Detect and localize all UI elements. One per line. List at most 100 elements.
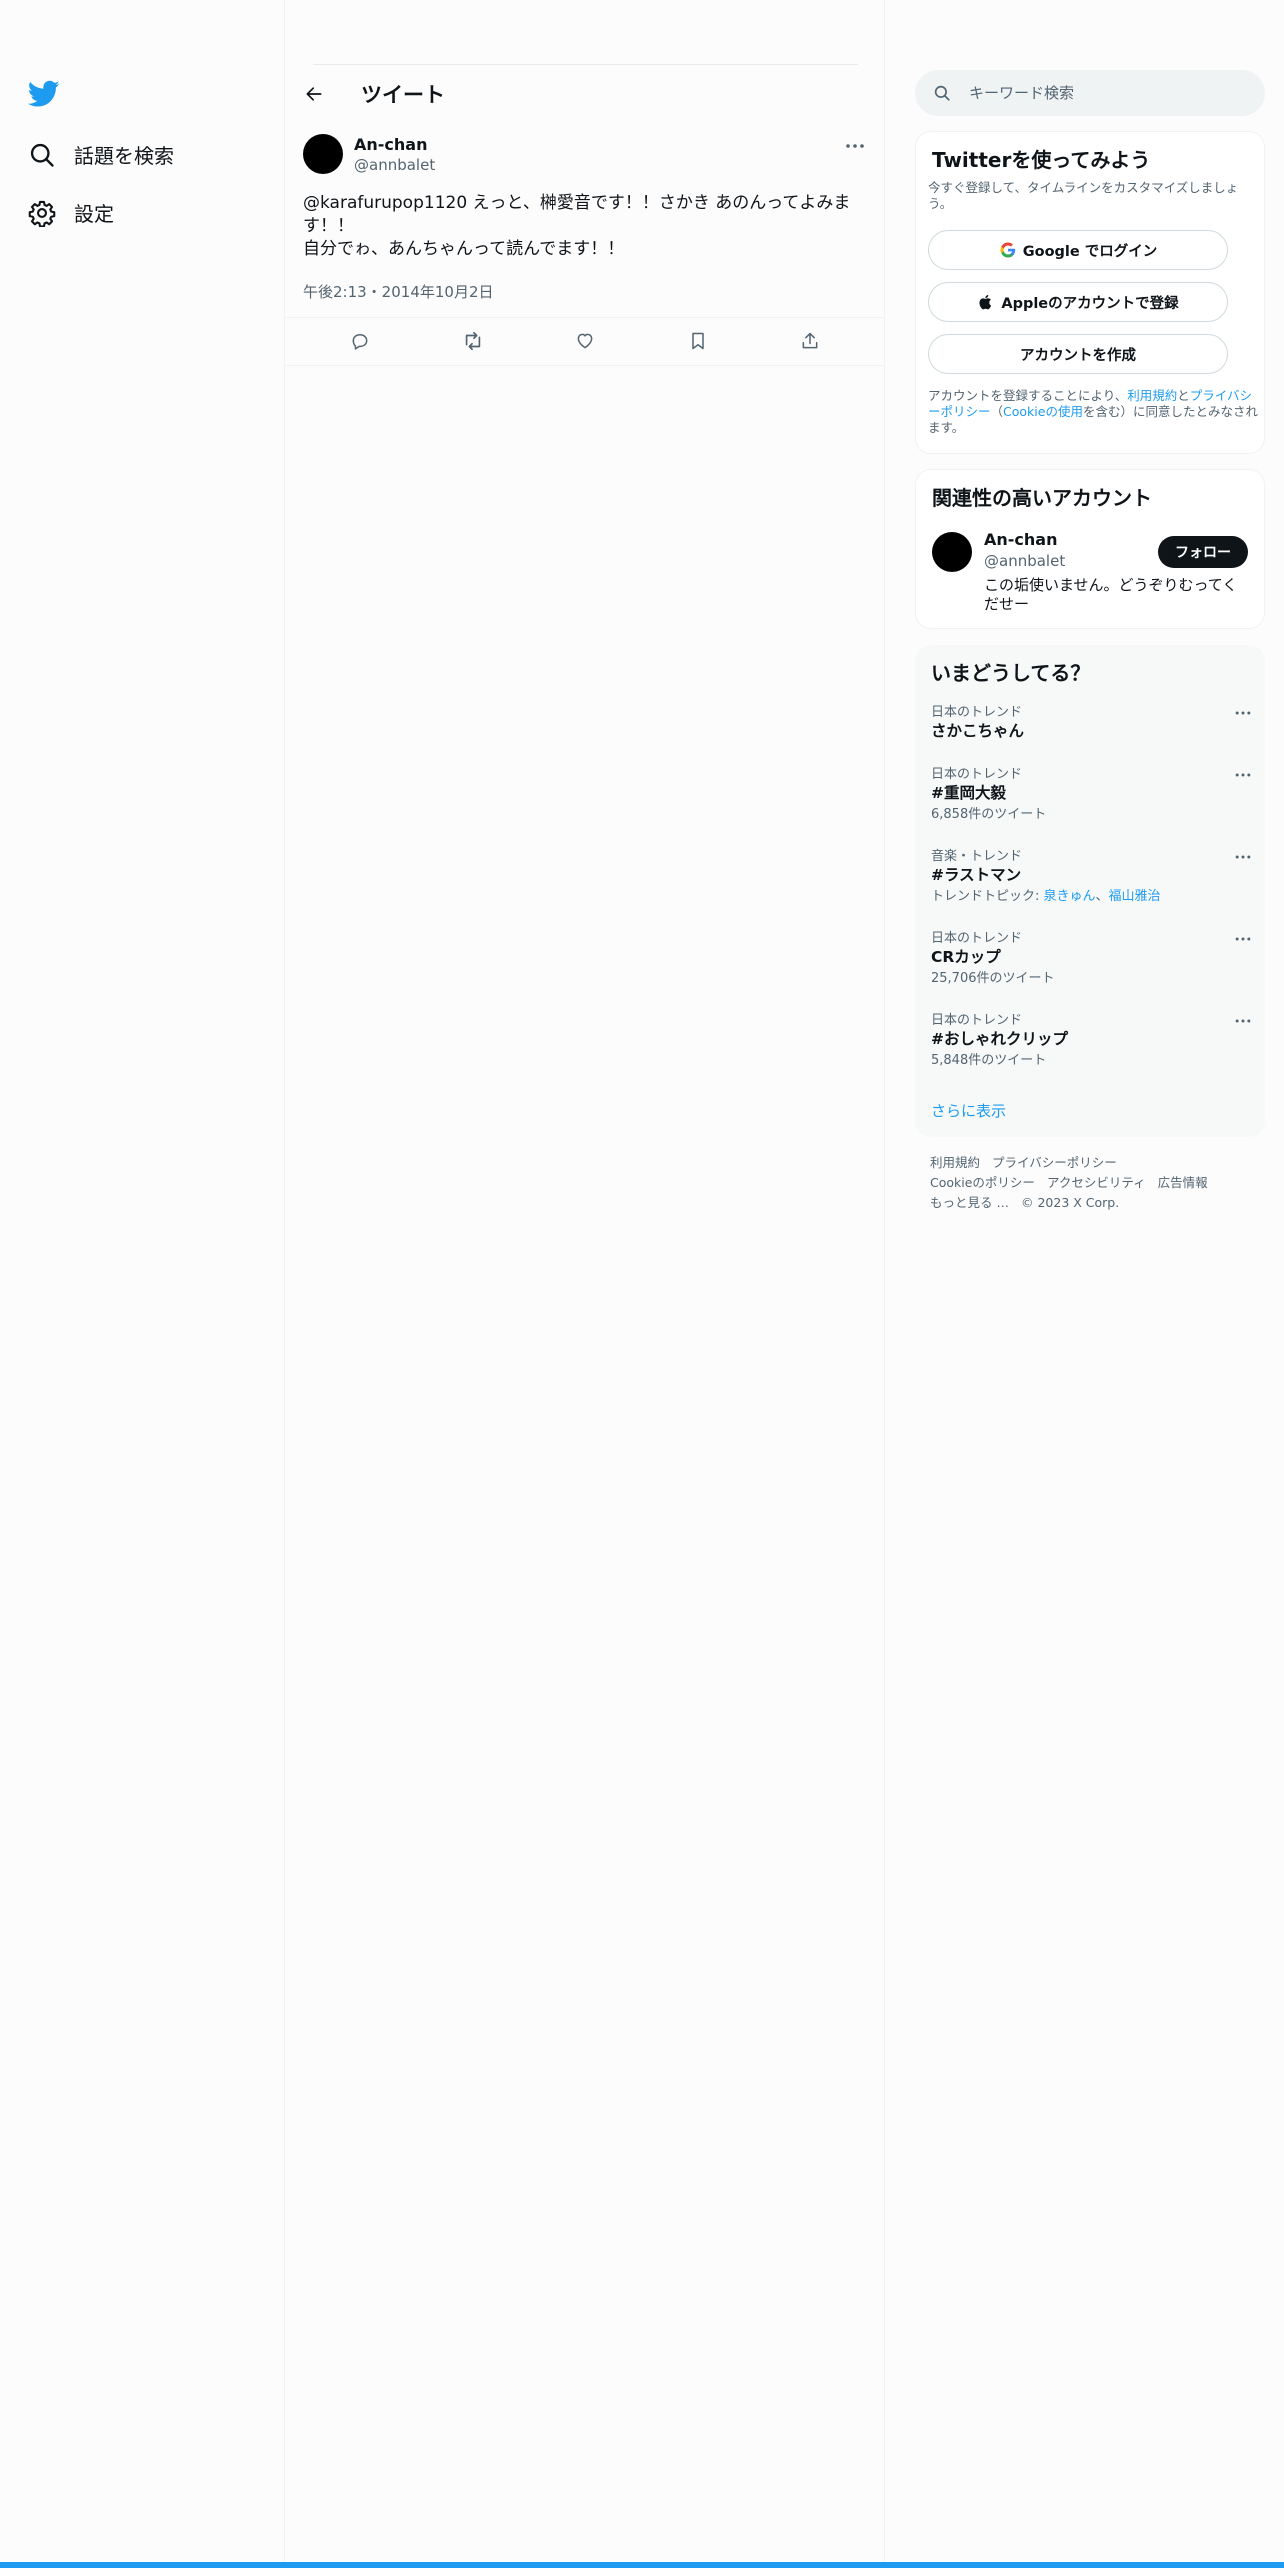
author-handle[interactable]: @annbalet bbox=[354, 156, 435, 174]
related-title: 関連性の高いアカウント bbox=[932, 486, 1152, 510]
trend-topic-sep: 、 bbox=[1095, 889, 1109, 904]
avatar[interactable] bbox=[932, 532, 972, 572]
retweet-button[interactable] bbox=[456, 324, 490, 358]
heart-icon bbox=[577, 333, 593, 349]
signup-card: Twitterを使ってみよう 今すぐ登録して、タイムラインをカスタマイズしましょ… bbox=[915, 131, 1265, 454]
trend-name: CRカップ bbox=[931, 948, 1001, 966]
google-signin-label: Google でログイン bbox=[1022, 243, 1158, 260]
more-options-icon[interactable] bbox=[843, 138, 867, 154]
terms-link[interactable]: 利用規約 bbox=[1127, 388, 1177, 403]
nav-settings[interactable]: 設定 bbox=[28, 198, 114, 227]
share-icon bbox=[802, 332, 818, 349]
tweet-author: An-chan @annbalet bbox=[303, 134, 867, 178]
trend-topic-link[interactable]: 泉きゅん bbox=[1044, 889, 1096, 904]
follow-button[interactable]: フォロー bbox=[1158, 536, 1248, 568]
bookmark-button[interactable] bbox=[681, 324, 715, 358]
like-button[interactable] bbox=[568, 324, 602, 358]
tweet-timestamp[interactable]: 午後2:13・2014年10月2日 bbox=[303, 281, 494, 302]
divider bbox=[285, 365, 885, 366]
tweet-text: @karafurupop1120 えっと、榊愛音です！！さかき あのんってよみま… bbox=[303, 192, 851, 261]
footer-accessibility-link[interactable]: アクセシビリティ bbox=[1047, 1175, 1146, 1190]
search-icon bbox=[934, 85, 950, 101]
footer: 利用規約 プライバシーポリシー Cookieのポリシー アクセシビリティ 広告情報 も… bbox=[930, 1153, 1270, 1213]
footer-privacy-link[interactable]: プライバシーポリシー bbox=[992, 1155, 1117, 1170]
related-account-name[interactable]: An-chan bbox=[984, 530, 1057, 549]
nav-settings-label: 設定 bbox=[74, 202, 114, 226]
trend-name: #重岡大毅 bbox=[931, 784, 1006, 802]
more-options-icon[interactable] bbox=[1233, 769, 1253, 781]
left-nav: 話題を検索 設定 bbox=[0, 0, 285, 2568]
reply-button[interactable] bbox=[343, 324, 377, 358]
twitter-bird-logo-icon[interactable] bbox=[28, 80, 60, 108]
create-account-label: アカウントを作成 bbox=[1020, 347, 1136, 364]
more-options-icon[interactable] bbox=[1233, 851, 1253, 863]
back-button[interactable] bbox=[297, 77, 331, 111]
related-account-handle[interactable]: @annbalet bbox=[984, 552, 1065, 570]
trend-category: 日本のトレンド bbox=[931, 1013, 1023, 1028]
signup-title: Twitterを使ってみよう bbox=[932, 148, 1151, 172]
nav-explore-label: 話題を検索 bbox=[74, 144, 174, 168]
trend-item[interactable]: 日本のトレンド #おしゃれクリップ 5,848件のツイート bbox=[931, 1013, 1253, 1070]
apple-signup-button[interactable]: Appleのアカウントで登録 bbox=[928, 282, 1228, 322]
trend-count: 5,848件のツイート bbox=[931, 1053, 1047, 1068]
footer-copyright: © 2023 X Corp. bbox=[1020, 1195, 1120, 1210]
tweet-text-line: @karafurupop1120 えっと、榊愛音です！！さかき あのんってよみま… bbox=[303, 193, 851, 236]
avatar[interactable] bbox=[303, 134, 343, 174]
trend-category: 音楽・トレンド bbox=[931, 849, 1023, 864]
trend-name: #おしゃれクリップ bbox=[931, 1030, 1068, 1048]
trend-count: 25,706件のツイート bbox=[931, 971, 1055, 986]
trend-item[interactable]: 日本のトレンド CRカップ 25,706件のツイート bbox=[931, 931, 1253, 988]
trend-category: 日本のトレンド bbox=[931, 931, 1023, 946]
page-title: ツイート bbox=[361, 83, 445, 107]
reply-icon bbox=[352, 334, 368, 350]
retweet-icon bbox=[465, 331, 480, 351]
footer-cookie-link[interactable]: Cookieのポリシー bbox=[930, 1175, 1035, 1190]
author-name[interactable]: An-chan bbox=[354, 135, 427, 154]
search-input[interactable] bbox=[969, 84, 1249, 102]
bookmark-icon bbox=[691, 332, 704, 350]
related-accounts-card: 関連性の高いアカウント An-chan @annbalet この垢使いません。ど… bbox=[915, 469, 1265, 629]
create-account-button[interactable]: アカウントを作成 bbox=[928, 334, 1228, 374]
page-header: ツイート bbox=[285, 72, 885, 116]
cookie-link[interactable]: Cookieの使用 bbox=[1003, 404, 1083, 419]
signup-subtitle: 今すぐ登録して、タイムラインをカスタマイズしましょう。 bbox=[928, 180, 1239, 211]
trend-item[interactable]: 音楽・トレンド #ラストマン トレンドトピック: 泉きゅん、福山雅治 bbox=[931, 849, 1253, 906]
nav-explore[interactable]: 話題を検索 bbox=[28, 140, 174, 169]
more-options-icon[interactable] bbox=[1233, 1015, 1253, 1027]
divider bbox=[313, 64, 858, 65]
tweet-actions bbox=[303, 324, 867, 360]
footer-terms-link[interactable]: 利用規約 bbox=[930, 1155, 980, 1170]
trend-item[interactable]: 日本のトレンド さかこちゃん bbox=[931, 705, 1253, 742]
share-button[interactable] bbox=[793, 324, 827, 358]
divider bbox=[285, 317, 885, 318]
signup-legal-text: アカウントを登録することにより、利用規約とプライバシーポリシー（Cookieの使… bbox=[928, 388, 1258, 436]
trend-category: 日本のトレンド bbox=[931, 705, 1023, 720]
trend-name: さかこちゃん bbox=[931, 722, 1025, 740]
apple-icon bbox=[979, 294, 992, 310]
arrow-left-icon bbox=[306, 87, 322, 101]
more-options-icon[interactable] bbox=[1233, 933, 1253, 945]
google-icon bbox=[1000, 242, 1015, 258]
main-column: ツイート An-chan @annbalet @karafurupop1120 … bbox=[285, 0, 885, 2568]
apple-signup-label: Appleのアカウントで登録 bbox=[1001, 295, 1179, 312]
search-icon bbox=[30, 143, 54, 167]
more-options-icon[interactable] bbox=[1233, 707, 1253, 719]
show-more-link[interactable]: さらに表示 bbox=[931, 1100, 1006, 1121]
bottom-accent-bar bbox=[0, 2562, 1284, 2568]
trend-category: 日本のトレンド bbox=[931, 767, 1023, 782]
trend-topics-prefix: トレンドトピック: bbox=[931, 889, 1044, 904]
footer-more-link[interactable]: もっと見る … bbox=[930, 1195, 1009, 1210]
tweet-text-line: 自分でゎ、あんちゃんって読んでます！！ bbox=[303, 239, 625, 259]
trends-card: いまどうしてる？ 日本のトレンド さかこちゃん 日本のトレンド #重岡大毅 6,… bbox=[915, 645, 1265, 1137]
related-account-bio: この垢使いません。どうぞりむってくだせー bbox=[984, 576, 1238, 613]
google-signin-button[interactable]: Google でログイン bbox=[928, 230, 1228, 270]
legal-text: アカウントを登録することにより、 bbox=[928, 388, 1128, 403]
legal-text: （ bbox=[990, 404, 1004, 419]
trend-count: 6,858件のツイート bbox=[931, 807, 1047, 822]
search-box[interactable] bbox=[915, 70, 1265, 116]
trend-topic-link[interactable]: 福山雅治 bbox=[1109, 889, 1161, 904]
trend-item[interactable]: 日本のトレンド #重岡大毅 6,858件のツイート bbox=[931, 767, 1253, 824]
trend-name: #ラストマン bbox=[931, 866, 1022, 884]
footer-ads-link[interactable]: 広告情報 bbox=[1158, 1175, 1208, 1190]
legal-text: と bbox=[1177, 388, 1190, 403]
